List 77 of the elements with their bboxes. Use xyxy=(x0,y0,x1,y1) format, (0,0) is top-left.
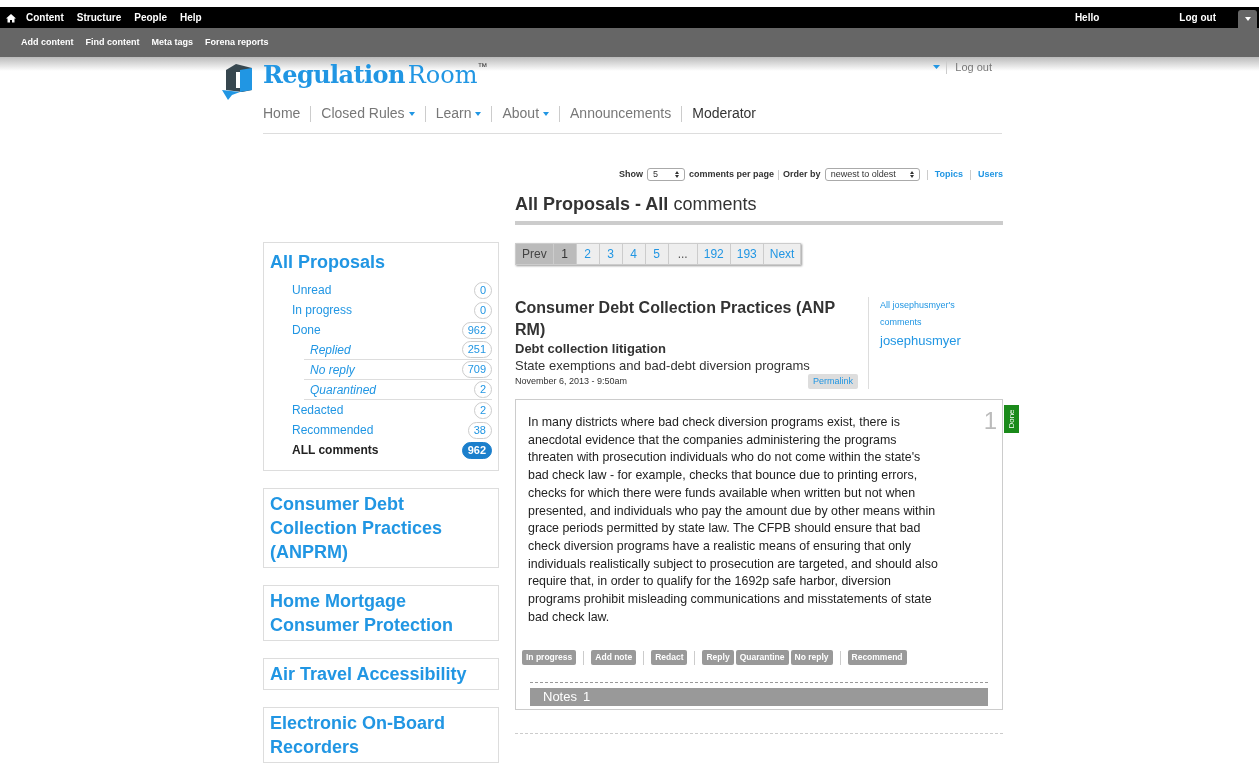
updown-icon xyxy=(909,171,914,179)
shortcut-link[interactable]: Find content xyxy=(85,35,140,50)
menu-toggle[interactable] xyxy=(1238,9,1257,29)
notes-bar[interactable]: Notes 1 xyxy=(530,688,988,707)
nav-link[interactable]: Home xyxy=(263,103,301,124)
filter-link[interactable]: Recommended xyxy=(292,421,374,439)
nav-link[interactable]: Topics xyxy=(934,168,963,182)
action-button[interactable]: In progress xyxy=(522,650,577,666)
permalink-button[interactable]: Permalink xyxy=(808,373,858,389)
filter-link[interactable]: Replied xyxy=(304,340,351,359)
shortcut-link[interactable]: Meta tags xyxy=(151,35,193,50)
page-link[interactable]: 193 xyxy=(730,243,764,264)
filter-link[interactable]: Quarantined xyxy=(304,380,377,399)
status-tag: Done xyxy=(1004,405,1019,433)
menu-link[interactable]: Hello xyxy=(1074,10,1100,25)
home-icon[interactable] xyxy=(6,12,16,23)
page-link[interactable]: 1 xyxy=(553,243,577,264)
action-button[interactable]: Redact xyxy=(651,650,688,666)
logo-icon xyxy=(222,62,254,102)
shortcut-link[interactable]: Forena reports xyxy=(205,35,269,50)
filter-link[interactable]: Unread xyxy=(292,281,332,299)
per-page-label: comments per page xyxy=(689,168,775,181)
menu-link[interactable]: Log out xyxy=(1179,10,1216,25)
comment-date: November 6, 2013 - 9:50am xyxy=(515,374,628,388)
topic-title: Debt collection litigation xyxy=(515,340,667,357)
page-link[interactable]: 3 xyxy=(599,243,623,264)
logo-text[interactable]: Regulation xyxy=(263,57,405,93)
nav-link[interactable]: Announcements xyxy=(570,103,672,124)
logo-text[interactable]: Room xyxy=(407,57,478,93)
proposal-link[interactable]: Electronic On-Board Recorders xyxy=(270,711,492,759)
page-heading: All Proposals - All comments xyxy=(515,190,1003,225)
nav-link[interactable]: Moderator xyxy=(692,103,757,124)
menu-link[interactable]: People xyxy=(134,10,168,25)
logout-link[interactable]: Log out xyxy=(955,59,992,76)
nav-link[interactable]: Closed Rules xyxy=(321,103,415,124)
rule-title[interactable]: Consumer Debt Collection Practices (ANP RM) xyxy=(515,296,858,341)
filter-link[interactable]: Done xyxy=(292,321,321,339)
nav-link[interactable]: About xyxy=(502,103,550,124)
action-button[interactable]: Add note xyxy=(591,650,637,666)
filter-link[interactable]: ALL comments xyxy=(292,441,379,459)
action-button[interactable]: Recommend xyxy=(847,650,907,666)
updown-icon xyxy=(675,171,680,179)
page-link[interactable]: Next xyxy=(763,243,801,264)
page-link[interactable]: 4 xyxy=(622,243,646,264)
proposal-link[interactable]: Consumer Debt Collection Practices (ANPRM) xyxy=(270,492,492,564)
order-label: Order by xyxy=(783,168,821,181)
caret-icon xyxy=(1244,17,1251,21)
action-button[interactable]: Reply xyxy=(702,650,734,666)
trademark: ™ xyxy=(477,60,488,72)
page-link[interactable]: 192 xyxy=(697,243,731,264)
proposal-link[interactable]: Home Mortgage Consumer Protection xyxy=(270,589,492,637)
panel-title[interactable]: All Proposals xyxy=(270,249,492,276)
user-comments-link[interactable]: All josephusmyer's comments xyxy=(880,296,972,331)
nav-link[interactable]: Learn xyxy=(435,103,482,124)
filter-link[interactable]: Redacted xyxy=(292,401,344,419)
menu-link[interactable]: Structure xyxy=(76,10,122,25)
page-link[interactable]: 2 xyxy=(576,243,600,264)
show-label: Show xyxy=(619,168,644,181)
proposal-link[interactable]: Air Travel Accessibility xyxy=(270,662,492,686)
per-page-select[interactable]: 5 xyxy=(647,168,686,182)
menu-link[interactable]: Content xyxy=(26,10,64,25)
filter-link[interactable]: In progress xyxy=(292,301,353,319)
order-select[interactable]: newest to oldest xyxy=(824,168,920,182)
filter-link[interactable]: No reply xyxy=(304,360,355,379)
caret-icon[interactable] xyxy=(933,65,941,70)
action-button[interactable]: Quarantine xyxy=(735,650,789,666)
author-link[interactable]: josephusmyer xyxy=(880,330,972,350)
nav-link[interactable]: Users xyxy=(977,168,1003,182)
shortcut-link[interactable]: Add content xyxy=(21,35,74,50)
action-button[interactable]: No reply xyxy=(790,650,833,666)
comment-number: 1 xyxy=(983,406,997,436)
count-badge: 962 xyxy=(461,441,492,459)
menu-link[interactable]: Help xyxy=(180,10,202,25)
comment-text: In many districts where bad check diversion programs exist, there is anecdotal evidence that the companies administering the programs threaten with prosecution individuals who do not come within the state's bad check law - for example, checks that bounce due to printing errors, checks for which there were funds available when written but not when presented, and individuals who pay the amount due by other means within grace periods permitted by state law. The CFPB should ensure that bad check diversion programs have a realistic means of ensuring that only individuals realistically subject to prosecution are targeted, and should also require that, in order to qualify for the 1692p safe harbor, diversion programs prohibit misleading communications and misstatements of state bad check law. xyxy=(528,414,939,626)
subtopic-title: State exemptions and bad-debt diversion programs xyxy=(515,356,811,374)
page-link[interactable]: 5 xyxy=(645,243,669,264)
page-link: ... xyxy=(668,243,698,264)
